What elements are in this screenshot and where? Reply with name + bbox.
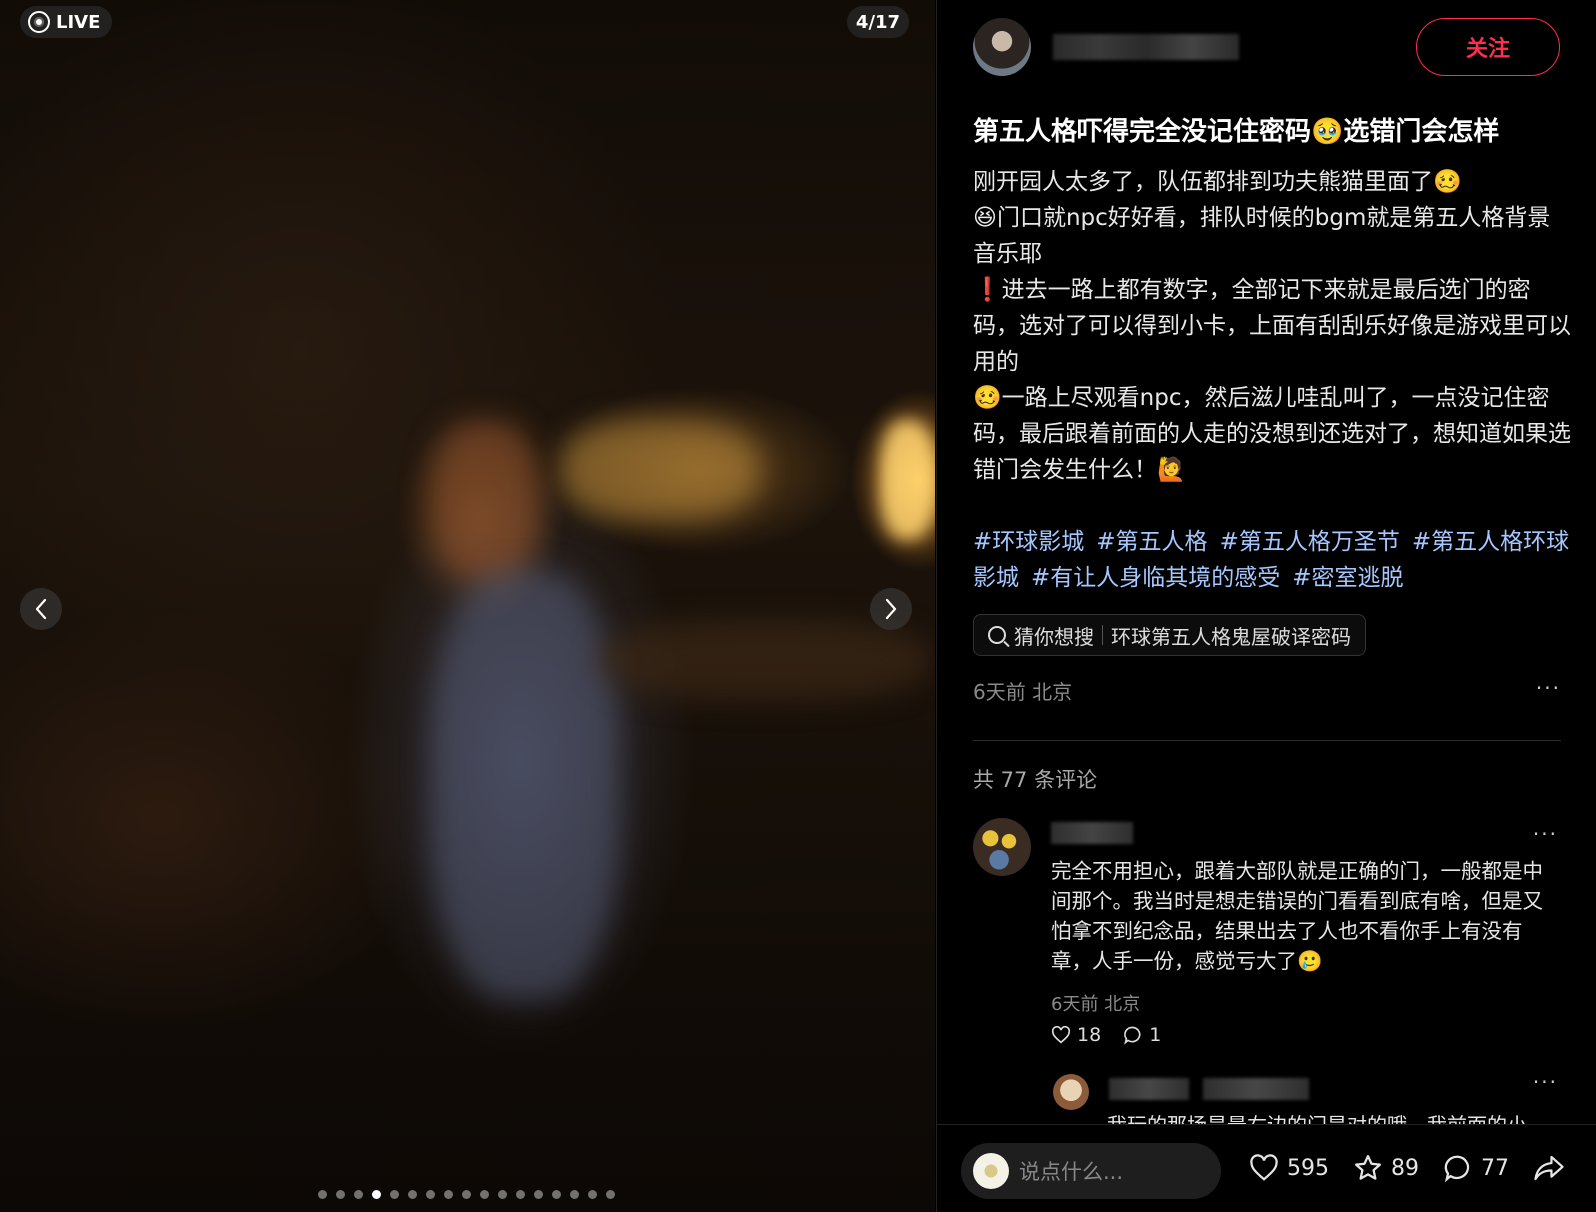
comment-text: 完全不用担心，跟着大部队就是正确的门，一般都是中间那个。我当时是想走错误的门看看… [1051,859,1543,973]
reply-target-redacted [1203,1078,1309,1100]
share-button[interactable] [1533,1153,1565,1183]
description-paragraph: 😆门口就npc好好看，排队时候的bgm就是第五人格背景音乐耶 [973,205,1551,267]
my-avatar [973,1153,1009,1189]
commenter-avatar[interactable] [973,818,1031,876]
like-count: 595 [1287,1155,1329,1181]
pagination-dot[interactable] [480,1190,489,1199]
hashtag-link[interactable]: #有让人身临其境的感受 [1031,565,1280,591]
chevron-right-icon [885,598,897,620]
image-pagination-dots[interactable] [318,1190,615,1199]
search-icon [988,626,1006,644]
comment-bubble-icon [1124,1026,1141,1045]
collect-count: 89 [1391,1155,1419,1181]
collect-button[interactable]: 89 [1353,1153,1419,1183]
post-description: 刚开园人太多了，队伍都排到功夫熊猫里面了🥴 😆门口就npc好好看，排队时候的bg… [973,164,1573,488]
section-divider [973,740,1561,741]
star-icon [1355,1155,1381,1180]
reply-avatar[interactable] [1053,1074,1089,1110]
live-badge[interactable]: LIVE [20,6,113,38]
suggested-search-label: 猜你想搜 [1014,624,1094,649]
pagination-dot[interactable] [318,1190,327,1199]
pagination-dot[interactable] [462,1190,471,1199]
author-avatar[interactable] [973,18,1031,76]
comment-input[interactable]: 说点什么... [961,1143,1221,1199]
post-time-location: 6天前 北京 [973,680,1073,704]
heart-icon [1250,1154,1278,1181]
comment-like-count: 18 [1077,1024,1102,1046]
author-info[interactable] [973,18,1239,76]
suggested-search-chip[interactable]: 猜你想搜 环球第五人格鬼屋破译密码 [973,614,1366,656]
description-paragraph: ❗进去一路上都有数字，全部记下来就是最后选门的密码，选对了可以得到小卡，上面有刮… [973,277,1571,375]
pagination-dot[interactable] [606,1190,615,1199]
comment-actions: 18 1 [1051,1024,1161,1046]
pagination-dot[interactable] [390,1190,399,1199]
hashtag-link[interactable]: #环球影城 [973,529,1084,555]
hashtag-link[interactable]: #第五人格 [1096,529,1207,555]
chip-divider [1102,625,1103,645]
suggested-search-query: 环球第五人格鬼屋破译密码 [1111,624,1351,649]
image-counter: 4/17 [847,6,909,38]
next-image-button[interactable] [870,588,912,630]
pagination-dot[interactable] [444,1190,453,1199]
pagination-dot[interactable] [498,1190,507,1199]
pagination-dot[interactable] [552,1190,561,1199]
post-tags: #环球影城 #第五人格 #第五人格万圣节 #第五人格环球影城 #有让人身临其境的感受 #密… [973,524,1573,596]
comment-reply-button[interactable]: 1 [1123,1024,1161,1046]
pagination-dot[interactable] [570,1190,579,1199]
pagination-dot[interactable] [534,1190,543,1199]
media-blur-shape [880,420,935,540]
description-paragraph: 🥴一路上尽观看npc，然后滋儿哇乱叫了，一点没记住密码，最后跟着前面的人走的没想… [973,385,1571,483]
author-name-redacted[interactable] [1053,34,1239,60]
media-blur-shape [560,420,760,520]
pagination-dot[interactable] [588,1190,597,1199]
pagination-dot-active[interactable] [372,1190,381,1199]
chevron-left-icon [35,598,47,620]
reply-name-redacted[interactable] [1109,1078,1189,1100]
pagination-dot[interactable] [516,1190,525,1199]
engagement-bar: 说点什么... 595 89 77 [937,1124,1596,1212]
like-button[interactable]: 595 [1249,1154,1329,1182]
share-icon [1534,1155,1564,1181]
pagination-dot[interactable] [408,1190,417,1199]
comment-meta: 6天前 北京 [1051,994,1141,1015]
pagination-dot[interactable] [354,1190,363,1199]
post-title: 第五人格吓得完全没记住密码🥹选错门会怎样 [973,117,1500,147]
post-actions: 595 89 77 [1249,1153,1565,1183]
live-label: LIVE [56,11,101,33]
comment-more-menu[interactable]: ··· [1533,822,1558,846]
description-paragraph: 刚开园人太多了，队伍都排到功夫熊猫里面了🥴 [973,169,1462,195]
follow-button[interactable]: 关注 [1416,18,1560,76]
media-blur-shape [600,620,930,700]
comment-button[interactable]: 77 [1443,1153,1509,1183]
pagination-dot[interactable] [426,1190,435,1199]
post-more-menu[interactable]: ··· [1536,676,1561,700]
commenter-name-redacted[interactable] [1051,822,1133,844]
hashtag-link[interactable]: #密室逃脱 [1292,565,1403,591]
comment-bubble-icon [1444,1155,1470,1183]
post-meta: 6天前 北京 ··· [973,676,1561,705]
media-blur-shape [430,420,540,580]
comment-like-button[interactable]: 18 [1051,1024,1101,1046]
comment-count-total: 77 [1481,1155,1509,1181]
media-blur-shape [430,570,620,1000]
comment-reply-count: 1 [1149,1024,1162,1046]
heart-icon [1051,1026,1071,1044]
comment-input-placeholder: 说点什么... [1019,1160,1124,1184]
pagination-dot[interactable] [336,1190,345,1199]
media-viewer[interactable]: LIVE 4/17 [0,0,935,1212]
post-detail-panel: 关注 第五人格吓得完全没记住密码🥹选错门会怎样 刚开园人太多了，队伍都排到功夫熊… [936,0,1596,1212]
live-icon [28,11,50,33]
hashtag-link[interactable]: #第五人格万圣节 [1220,529,1400,555]
prev-image-button[interactable] [20,588,62,630]
reply-more-menu[interactable]: ··· [1533,1070,1558,1094]
comment-count: 共 77 条评论 [973,768,1098,792]
